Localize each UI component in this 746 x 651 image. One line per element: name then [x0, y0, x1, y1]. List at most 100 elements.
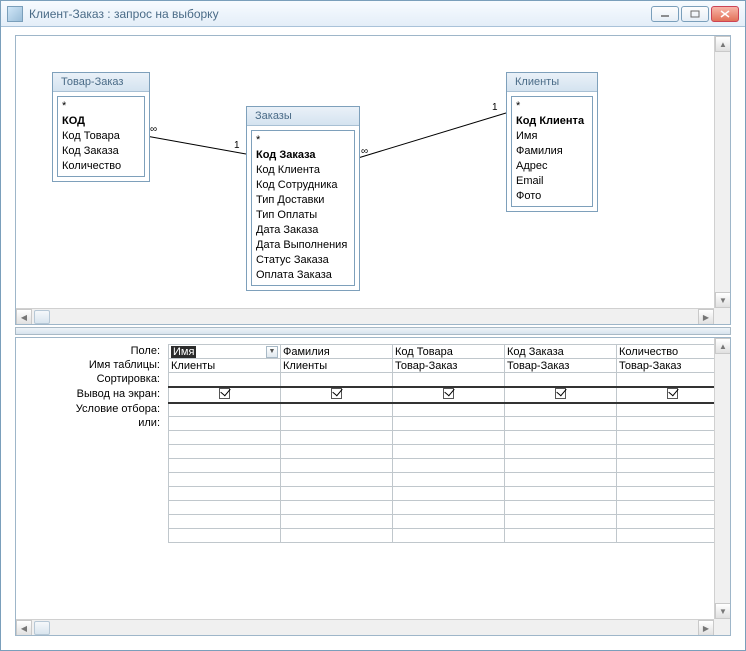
field[interactable]: Адрес — [516, 159, 588, 174]
grid-cell-checkbox[interactable] — [393, 387, 505, 403]
field[interactable]: Дата Заказа — [256, 223, 350, 238]
row-label-show: Вывод на экран: — [16, 386, 166, 402]
grid-cell[interactable] — [617, 417, 715, 431]
field[interactable]: Оплата Заказа — [256, 268, 350, 283]
scroll-right-button[interactable]: ▶ — [698, 620, 714, 636]
grid-cell-checkbox[interactable] — [617, 387, 715, 403]
table-tovar-zakaz[interactable]: Товар-Заказ * КОД Код Товара Код Заказа … — [52, 72, 150, 182]
scroll-down-button[interactable]: ▼ — [715, 603, 731, 619]
grid-cell[interactable] — [281, 403, 393, 417]
grid-cell[interactable] — [281, 417, 393, 431]
field[interactable]: Тип Доставки — [256, 193, 350, 208]
grid-cell[interactable] — [505, 373, 617, 387]
table-klienty[interactable]: Клиенты * Код Клиента Имя Фамилия Адрес … — [506, 72, 598, 212]
scroll-left-button[interactable]: ◀ — [16, 620, 32, 636]
scroll-up-button[interactable]: ▲ — [715, 36, 731, 52]
grid-cell[interactable] — [505, 417, 617, 431]
grid-cell[interactable]: Клиенты — [169, 359, 281, 373]
grid-row-sort — [169, 373, 715, 387]
grid-cell[interactable] — [505, 403, 617, 417]
table-fields[interactable]: * Код Клиента Имя Фамилия Адрес Email Фо… — [511, 96, 593, 207]
scroll-thumb[interactable] — [34, 310, 50, 324]
relation-symbol: 1 — [492, 102, 498, 113]
diagram-pane[interactable]: ∞ 1 ∞ 1 Товар-Заказ * КОД Код Товара Код… — [15, 35, 731, 325]
grid-cell[interactable] — [617, 403, 715, 417]
row-label-or: или: — [16, 416, 166, 430]
close-button[interactable] — [711, 6, 739, 22]
vertical-scrollbar[interactable]: ▲ ▼ — [714, 338, 730, 619]
grid-cell-checkbox[interactable] — [169, 387, 281, 403]
field[interactable]: Количество — [62, 159, 140, 174]
field[interactable]: Код Клиента — [256, 163, 350, 178]
field[interactable]: Код Сотрудника — [256, 178, 350, 193]
grid-row-criteria — [169, 403, 715, 417]
pane-splitter[interactable] — [15, 327, 731, 335]
scroll-corner — [714, 619, 730, 635]
grid-cell[interactable] — [169, 373, 281, 387]
field[interactable]: * — [62, 99, 140, 114]
table-title[interactable]: Заказы — [247, 107, 359, 126]
grid-cell[interactable]: Код Товара — [393, 345, 505, 359]
grid-row-table: Клиенты Клиенты Товар-Заказ Товар-Заказ … — [169, 359, 715, 373]
scroll-corner — [714, 308, 730, 324]
field[interactable]: Фамилия — [516, 144, 588, 159]
field-pk[interactable]: Код Клиента — [516, 114, 588, 129]
scroll-down-button[interactable]: ▼ — [715, 292, 731, 308]
field-pk[interactable]: Код Заказа — [256, 148, 350, 163]
table-title[interactable]: Клиенты — [507, 73, 597, 92]
dropdown-icon[interactable]: ▼ — [266, 346, 278, 358]
window-icon — [7, 6, 23, 22]
grid-cell[interactable] — [393, 403, 505, 417]
field[interactable]: * — [256, 133, 350, 148]
checkbox-icon — [443, 388, 454, 399]
field[interactable]: Фото — [516, 189, 588, 204]
grid-cell[interactable]: Имя▼ — [169, 345, 281, 359]
window-title: Клиент-Заказ : запрос на выборку — [29, 7, 649, 21]
grid-cell[interactable]: Клиенты — [281, 359, 393, 373]
table-title[interactable]: Товар-Заказ — [53, 73, 149, 92]
field[interactable]: Дата Выполнения — [256, 238, 350, 253]
table-fields[interactable]: * КОД Код Товара Код Заказа Количество — [57, 96, 145, 177]
grid-cell-checkbox[interactable] — [505, 387, 617, 403]
relation-symbol: ∞ — [361, 146, 368, 157]
field[interactable]: * — [516, 99, 588, 114]
field[interactable]: Имя — [516, 129, 588, 144]
scroll-thumb[interactable] — [34, 621, 50, 635]
grid-cell[interactable] — [393, 417, 505, 431]
grid-cell[interactable] — [281, 373, 393, 387]
row-label-field: Поле: — [16, 344, 166, 358]
grid-row-field: Имя▼ Фамилия Код Товара Код Заказа Колич… — [169, 345, 715, 359]
row-label-sort: Сортировка: — [16, 372, 166, 386]
grid-cell[interactable]: Код Заказа — [505, 345, 617, 359]
scroll-up-button[interactable]: ▲ — [715, 338, 731, 354]
minimize-button[interactable] — [651, 6, 679, 22]
field[interactable]: Код Заказа — [62, 144, 140, 159]
field[interactable]: Код Товара — [62, 129, 140, 144]
grid-cell[interactable]: Товар-Заказ — [393, 359, 505, 373]
grid-cell[interactable] — [169, 417, 281, 431]
table-zakazy[interactable]: Заказы * Код Заказа Код Клиента Код Сотр… — [246, 106, 360, 291]
field[interactable]: Email — [516, 174, 588, 189]
vertical-scrollbar[interactable]: ▲ ▼ — [714, 36, 730, 308]
grid-cell[interactable]: Фамилия — [281, 345, 393, 359]
scroll-left-button[interactable]: ◀ — [16, 309, 32, 325]
checkbox-icon — [667, 388, 678, 399]
table-fields[interactable]: * Код Заказа Код Клиента Код Сотрудника … — [251, 130, 355, 286]
grid-cell-checkbox[interactable] — [281, 387, 393, 403]
grid-cell[interactable] — [617, 373, 715, 387]
design-grid[interactable]: Имя▼ Фамилия Код Товара Код Заказа Колич… — [168, 344, 714, 543]
scroll-right-button[interactable]: ▶ — [698, 309, 714, 325]
field[interactable]: Тип Оплаты — [256, 208, 350, 223]
grid-cell[interactable]: Количество — [617, 345, 715, 359]
grid-cell[interactable] — [393, 373, 505, 387]
field[interactable]: Статус Заказа — [256, 253, 350, 268]
titlebar[interactable]: Клиент-Заказ : запрос на выборку — [1, 1, 745, 27]
horizontal-scrollbar[interactable]: ◀ ▶ — [16, 619, 714, 635]
maximize-button[interactable] — [681, 6, 709, 22]
grid-cell[interactable]: Товар-Заказ — [617, 359, 715, 373]
grid-cell[interactable] — [169, 403, 281, 417]
design-grid-pane[interactable]: Поле: Имя таблицы: Сортировка: Вывод на … — [15, 337, 731, 636]
grid-cell[interactable]: Товар-Заказ — [505, 359, 617, 373]
horizontal-scrollbar[interactable]: ◀ ▶ — [16, 308, 714, 324]
field-pk[interactable]: КОД — [62, 114, 140, 129]
